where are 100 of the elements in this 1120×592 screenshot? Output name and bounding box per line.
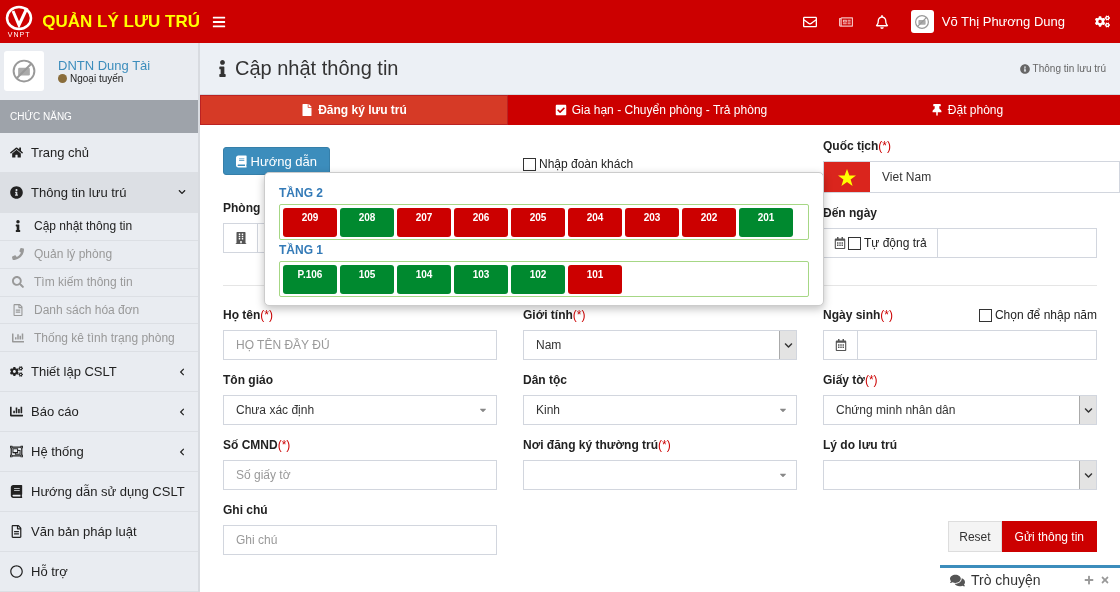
required-mark: (*) [658,438,671,452]
building-icon [234,232,247,244]
plus-icon[interactable] [1084,575,1094,585]
guide-button[interactable]: Hướng dẫn [223,147,330,175]
room-button[interactable]: 209 [283,208,337,237]
room-button[interactable]: P.106 [283,265,337,294]
calendar-icon [834,339,847,351]
field-label: Tôn giáo [223,373,273,387]
field-label: Đến ngày [823,206,877,220]
sidebar-item[interactable]: Thông tin lưu trú [0,172,198,213]
sidebar-subitem[interactable]: Cập nhật thông tin [0,212,198,241]
date-field[interactable] [823,330,1097,360]
room-button[interactable]: 102 [511,265,565,294]
required-mark: (*) [864,373,878,387]
room-button[interactable]: 201 [739,208,793,237]
book-icon [236,154,247,168]
select-field[interactable] [523,460,797,490]
checkbox-label: Nhập đoàn khách [539,157,634,171]
checkbox-label: Tự động trả [864,236,927,250]
checkbox-label: Chọn để nhập năm [994,308,1097,322]
field-label: Số CMND [223,438,278,452]
required-mark: (*) [260,308,273,322]
select-field[interactable]: Nam [523,330,797,360]
checkbox[interactable] [848,236,861,250]
room-button[interactable]: 104 [397,265,451,294]
checkmark-icon [554,104,567,116]
room-button[interactable]: 101 [568,265,622,294]
field-label: Nơi đăng ký thường trú [523,438,659,452]
required-mark: (*) [880,308,894,322]
room-button[interactable]: 105 [340,265,394,294]
room-button[interactable]: 205 [511,208,565,237]
sidebar-item[interactable]: Hệ thống [0,432,198,473]
chevron-down-icon [1083,470,1093,480]
phone-icon [12,248,24,261]
page-title: Cập nhật thông tin [235,57,399,80]
field-label: Giấy tờ [823,373,865,387]
submit-button[interactable]: Gửi thông tin [1001,521,1097,552]
required-mark: (*) [878,139,891,153]
checkbox[interactable] [978,308,992,322]
sidebar-item[interactable]: Báo cáo [0,392,198,433]
field-label: Họ tên [223,308,261,322]
select-field[interactable]: Chưa xác định [223,395,497,425]
mail-icon[interactable] [802,14,817,29]
sidebar-item[interactable]: Thiết lập CSLT [0,352,198,393]
org-name: DNTN Dung Tài [58,58,151,74]
gears-icon [10,365,23,379]
settings-icon[interactable] [1095,14,1110,29]
pin-icon [930,104,943,116]
section-header: CHỨC NĂNG [0,99,198,133]
chevron-down-icon [1083,405,1093,415]
room-button[interactable]: 206 [454,208,508,237]
field-label: Quốc tịch [823,139,879,153]
chat-icon [950,572,965,588]
avatar-placeholder-icon [11,58,37,85]
field-label: Phòng [223,201,261,215]
breadcrumb[interactable]: Thông tin lưu trú [1032,63,1106,74]
bar-chart-icon [10,405,23,419]
file-icon [301,104,314,116]
room-button[interactable]: 203 [625,208,679,237]
newspaper-icon[interactable] [838,14,853,29]
select-field[interactable]: Chứng minh nhân dân [823,395,1097,425]
close-icon[interactable] [1100,575,1110,585]
chevron-left-icon [178,447,186,456]
menu-icon[interactable] [212,14,226,29]
nationality-select[interactable]: Viet Nam [823,161,1120,193]
sidebar-item[interactable]: Trang chủ [0,132,198,173]
field-label: Lý do lưu trú [823,438,897,452]
room-button[interactable]: 202 [682,208,736,237]
room-button[interactable]: 207 [397,208,451,237]
room-button[interactable]: 204 [568,208,622,237]
book-icon [10,485,23,499]
search-icon [12,276,24,289]
app-title: QUẢN LÝ LƯU TRÚ [42,11,200,32]
text-field[interactable]: Số giấy tờ [223,460,497,490]
chevron-left-icon [178,367,186,376]
text-field[interactable]: HỌ TÊN ĐẦY ĐỦ [223,330,497,360]
chat-title: Trò chuyện [971,572,1042,588]
sidebar-item[interactable]: Hỗ trợ [0,552,198,592]
sidebar-item[interactable]: Văn bản pháp luật [0,512,198,553]
select-field[interactable]: Kinh [523,395,797,425]
bell-icon[interactable] [874,14,889,29]
avatar[interactable] [910,10,934,33]
text-field[interactable]: Ghi chú [223,525,497,555]
room-button[interactable]: 208 [340,208,394,237]
document-icon [12,304,24,316]
room-button[interactable]: 103 [454,265,508,294]
calendar-icon [834,237,846,249]
object-group-icon [10,445,23,459]
bar-chart-icon [12,331,24,344]
chevron-down-icon [178,188,186,197]
chevron-down-icon [783,340,793,350]
select-field[interactable] [823,460,1097,490]
user-name[interactable]: Võ Thị Phương Dung [941,14,1065,29]
document-icon [10,525,23,539]
tab[interactable]: Đăng ký lưu trú [200,95,508,125]
sidebar-item[interactable]: Hướng dẫn sử dụng CSLT [0,472,198,513]
checkbox[interactable] [523,157,536,171]
chevron-left-icon [178,407,186,416]
date-field[interactable]: Tự động trả [823,228,1097,258]
reset-button[interactable]: Reset [948,521,1002,552]
